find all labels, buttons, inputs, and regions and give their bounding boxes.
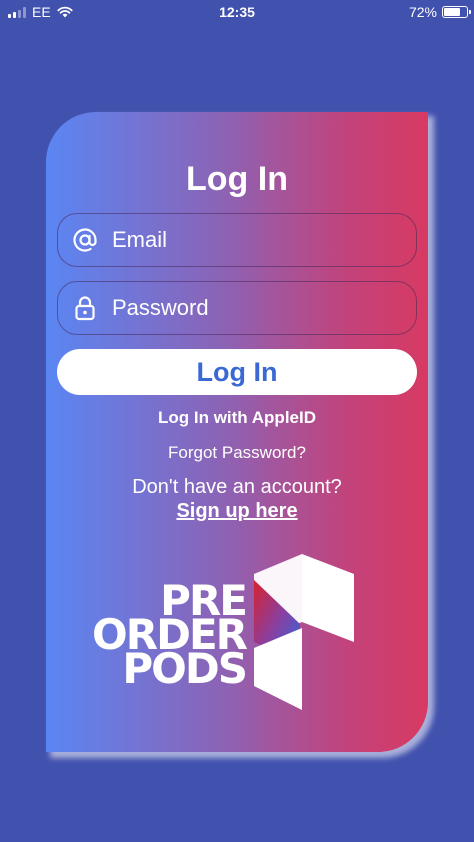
battery-percent: 72% — [408, 4, 437, 20]
battery-icon — [442, 6, 471, 18]
page-title: Log In — [186, 160, 288, 198]
apple-login-link[interactable]: Log In with AppleID — [46, 408, 428, 428]
lock-icon — [58, 295, 112, 321]
status-right: 72% — [408, 4, 471, 20]
logo-line-3: PODS — [122, 644, 248, 693]
email-placeholder: Email — [112, 227, 168, 252]
login-button[interactable]: Log In — [57, 349, 417, 395]
signup-link[interactable]: Sign up here — [46, 500, 428, 523]
forgot-password-link[interactable]: Forgot Password? — [46, 443, 428, 463]
no-account-text: Don't have an account? — [132, 476, 342, 498]
at-icon — [58, 227, 112, 253]
status-bar: EE 12:35 72% — [0, 0, 474, 24]
password-field[interactable]: Password — [57, 281, 417, 335]
status-time: 12:35 — [219, 4, 255, 20]
email-field[interactable]: Email — [57, 213, 417, 267]
login-card: Log In Email Password Log In Log In with… — [46, 112, 428, 752]
password-placeholder: Password — [112, 295, 209, 320]
logo-cube-icon — [254, 554, 354, 710]
preorderpods-logo: PRE ORDER PODS — [92, 552, 366, 712]
battery-fill — [444, 8, 460, 16]
